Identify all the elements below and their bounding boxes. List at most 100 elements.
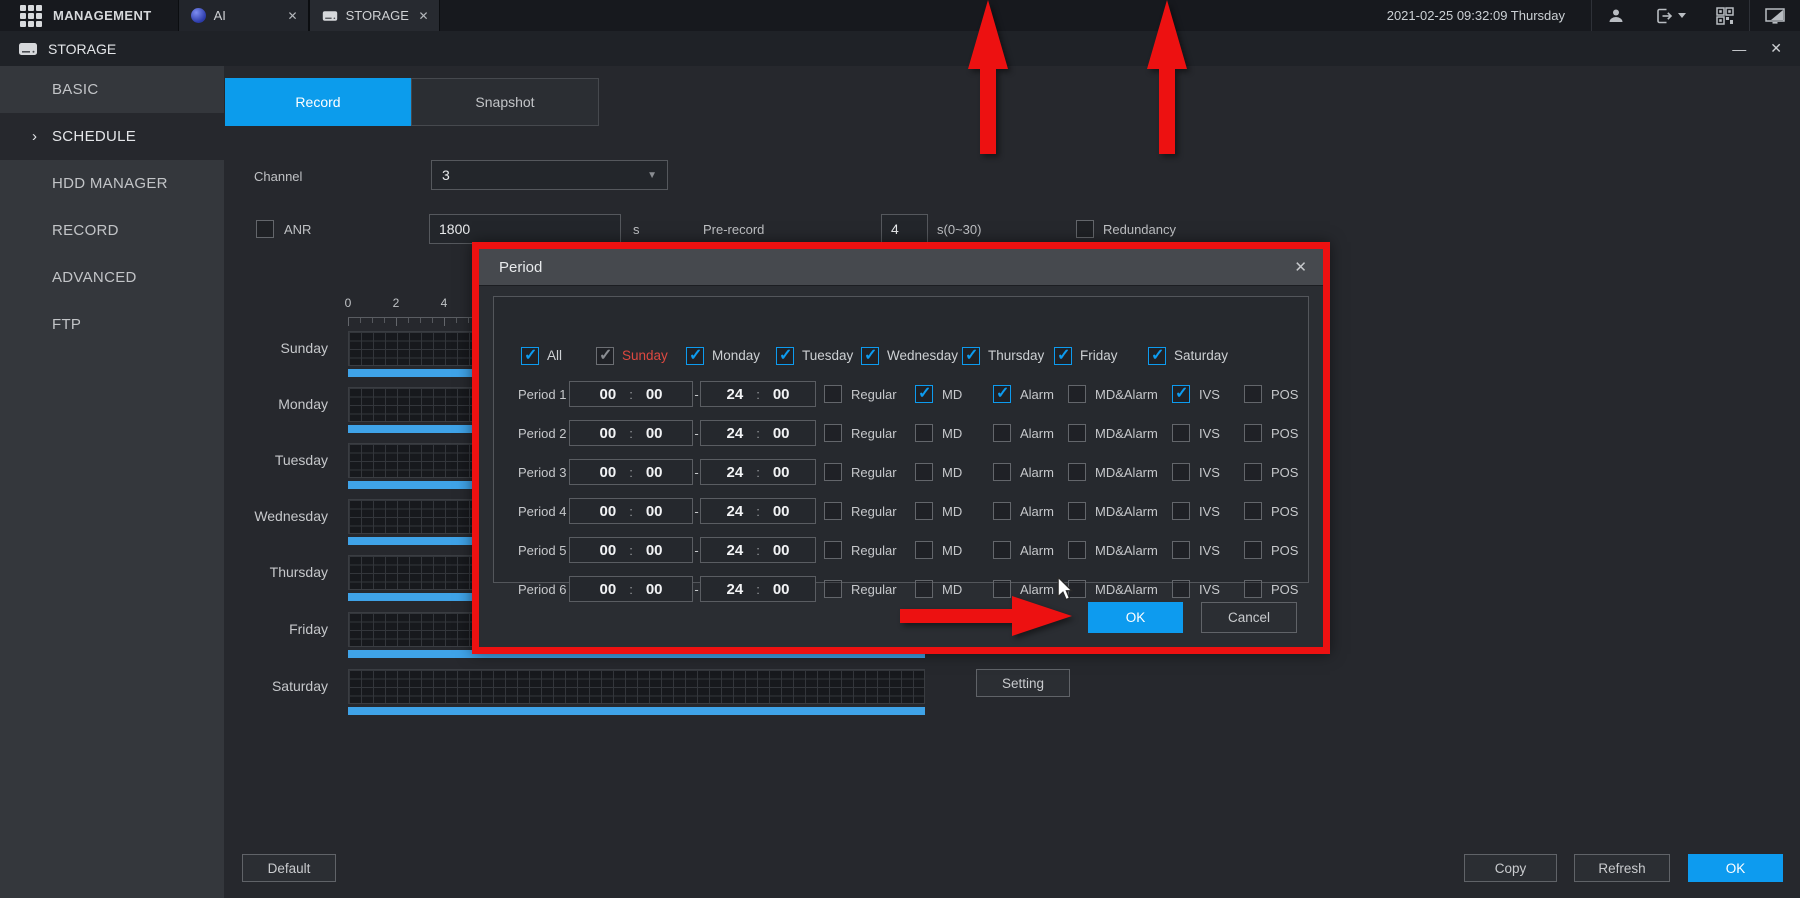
qr-code-button[interactable] <box>1701 0 1749 31</box>
user-button[interactable] <box>1592 0 1640 31</box>
anr-input[interactable]: 1800 <box>429 214 621 244</box>
sidebar-item-hdd-manager[interactable]: HDD MANAGER <box>0 160 224 207</box>
start-time-input[interactable]: 00:00 <box>569 537 693 563</box>
pos-checkbox[interactable] <box>1244 424 1262 442</box>
end-time-input[interactable]: 24:00 <box>700 537 816 563</box>
close-button[interactable]: ✕ <box>1770 40 1782 57</box>
default-button[interactable]: Default <box>242 854 336 882</box>
saturday-checkbox[interactable] <box>1148 347 1166 365</box>
alarm-checkbox[interactable] <box>993 502 1011 520</box>
period-row-5: Period 5 00:00 - 24:00 Regular MD Alarm … <box>518 537 1314 563</box>
sidebar-item-schedule[interactable]: ›SCHEDULE <box>0 113 224 160</box>
dropdown-caret-icon: ▼ <box>647 170 657 181</box>
window-title-bar: STORAGE — ✕ <box>0 31 1800 66</box>
alarm-checkbox[interactable] <box>993 463 1011 481</box>
md-checkbox[interactable] <box>915 502 933 520</box>
regular-checkbox[interactable] <box>824 541 842 559</box>
sidebar-item-record[interactable]: RECORD <box>0 207 224 254</box>
pos-checkbox[interactable] <box>1244 385 1262 403</box>
md-alarm-checkbox[interactable] <box>1068 463 1086 481</box>
close-icon[interactable]: ✕ <box>288 9 298 23</box>
channel-label: Channel <box>254 169 302 184</box>
pos-checkbox[interactable] <box>1244 541 1262 559</box>
setting-button[interactable]: Setting <box>976 669 1070 697</box>
display-button[interactable] <box>1750 0 1800 31</box>
period-dialog annotation-rectangle: Period ✕ All Sunday Monday Tuesday Wedne… <box>472 242 1330 654</box>
md-checkbox[interactable] <box>915 385 933 403</box>
tab-snapshot[interactable]: Snapshot <box>411 78 599 126</box>
end-time-input[interactable]: 24:00 <box>700 498 816 524</box>
regular-checkbox[interactable] <box>824 502 842 520</box>
dialog-cancel-button[interactable]: Cancel <box>1201 602 1297 633</box>
close-icon[interactable]: ✕ <box>1294 258 1307 276</box>
friday-checkbox[interactable] <box>1054 347 1072 365</box>
md-alarm-checkbox[interactable] <box>1068 502 1086 520</box>
start-time-input[interactable]: 00:00 <box>569 459 693 485</box>
pos-checkbox[interactable] <box>1244 580 1262 598</box>
ivs-checkbox[interactable] <box>1172 463 1190 481</box>
wednesday-checkbox[interactable] <box>861 347 879 365</box>
logout-button[interactable] <box>1640 0 1701 31</box>
copy-button[interactable]: Copy <box>1464 854 1557 882</box>
tab-record[interactable]: Record <box>225 78 411 126</box>
refresh-button[interactable]: Refresh <box>1574 854 1670 882</box>
sidebar-item-basic[interactable]: BASIC <box>0 66 224 113</box>
ivs-checkbox[interactable] <box>1172 502 1190 520</box>
monday-checkbox[interactable] <box>686 347 704 365</box>
thursday-checkbox[interactable] <box>962 347 980 365</box>
start-time-input[interactable]: 00:00 <box>569 420 693 446</box>
regular-checkbox[interactable] <box>824 463 842 481</box>
close-icon[interactable]: ✕ <box>419 9 429 23</box>
dialog-body: All Sunday Monday Tuesday Wednesday Thur… <box>479 286 1323 647</box>
all-checkbox[interactable] <box>521 347 539 365</box>
md-alarm-checkbox[interactable] <box>1068 424 1086 442</box>
start-time-input[interactable]: 00:00 <box>569 576 693 602</box>
redundancy-checkbox[interactable] <box>1076 220 1094 238</box>
topbar-right: 2021-02-25 09:32:09 Thursday <box>1361 0 1800 31</box>
logout-icon <box>1655 7 1673 25</box>
record-bar <box>348 707 925 715</box>
end-time-input[interactable]: 24:00 <box>700 576 816 602</box>
dialog-title-bar[interactable]: Period ✕ <box>479 249 1323 286</box>
channel-select[interactable]: 3 ▼ <box>431 160 668 190</box>
regular-checkbox[interactable] <box>824 385 842 403</box>
ivs-checkbox[interactable] <box>1172 541 1190 559</box>
start-time-input[interactable]: 00:00 <box>569 381 693 407</box>
md-checkbox[interactable] <box>915 541 933 559</box>
md-alarm-checkbox[interactable] <box>1068 385 1086 403</box>
alarm-checkbox[interactable] <box>993 541 1011 559</box>
ivs-checkbox[interactable] <box>1172 580 1190 598</box>
alarm-checkbox[interactable] <box>993 385 1011 403</box>
schedule-grid[interactable] <box>348 669 925 704</box>
tab-storage[interactable]: STORAGE ✕ <box>309 0 440 31</box>
annotation-arrow-ivs <box>1147 0 1187 154</box>
dialog-ok-button[interactable]: OK <box>1088 602 1183 633</box>
tab-ai[interactable]: AI ✕ <box>178 0 309 31</box>
md-checkbox[interactable] <box>915 463 933 481</box>
md-checkbox[interactable] <box>915 424 933 442</box>
ivs-checkbox[interactable] <box>1172 424 1190 442</box>
regular-checkbox[interactable] <box>824 424 842 442</box>
pos-checkbox[interactable] <box>1244 502 1262 520</box>
alarm-checkbox[interactable] <box>993 424 1011 442</box>
mouse-cursor-icon <box>1056 576 1074 607</box>
ivs-checkbox[interactable] <box>1172 385 1190 403</box>
sidebar-item-ftp[interactable]: FTP <box>0 301 224 348</box>
end-time-input[interactable]: 24:00 <box>700 420 816 446</box>
sidebar-item-advanced[interactable]: ADVANCED <box>0 254 224 301</box>
start-time-input[interactable]: 00:00 <box>569 498 693 524</box>
management-home-button[interactable]: MANAGEMENT <box>0 0 178 31</box>
minimize-button[interactable]: — <box>1732 41 1746 57</box>
ok-button[interactable]: OK <box>1688 854 1783 882</box>
pos-checkbox[interactable] <box>1244 463 1262 481</box>
pre-record-input[interactable]: 4 <box>881 214 928 244</box>
regular-checkbox[interactable] <box>824 580 842 598</box>
anr-checkbox[interactable] <box>256 220 274 238</box>
disk-icon <box>18 42 38 56</box>
anr-unit: s <box>633 222 640 237</box>
md-alarm-checkbox[interactable] <box>1068 541 1086 559</box>
tuesday-checkbox[interactable] <box>776 347 794 365</box>
user-icon <box>1607 7 1625 25</box>
end-time-input[interactable]: 24:00 <box>700 381 816 407</box>
end-time-input[interactable]: 24:00 <box>700 459 816 485</box>
